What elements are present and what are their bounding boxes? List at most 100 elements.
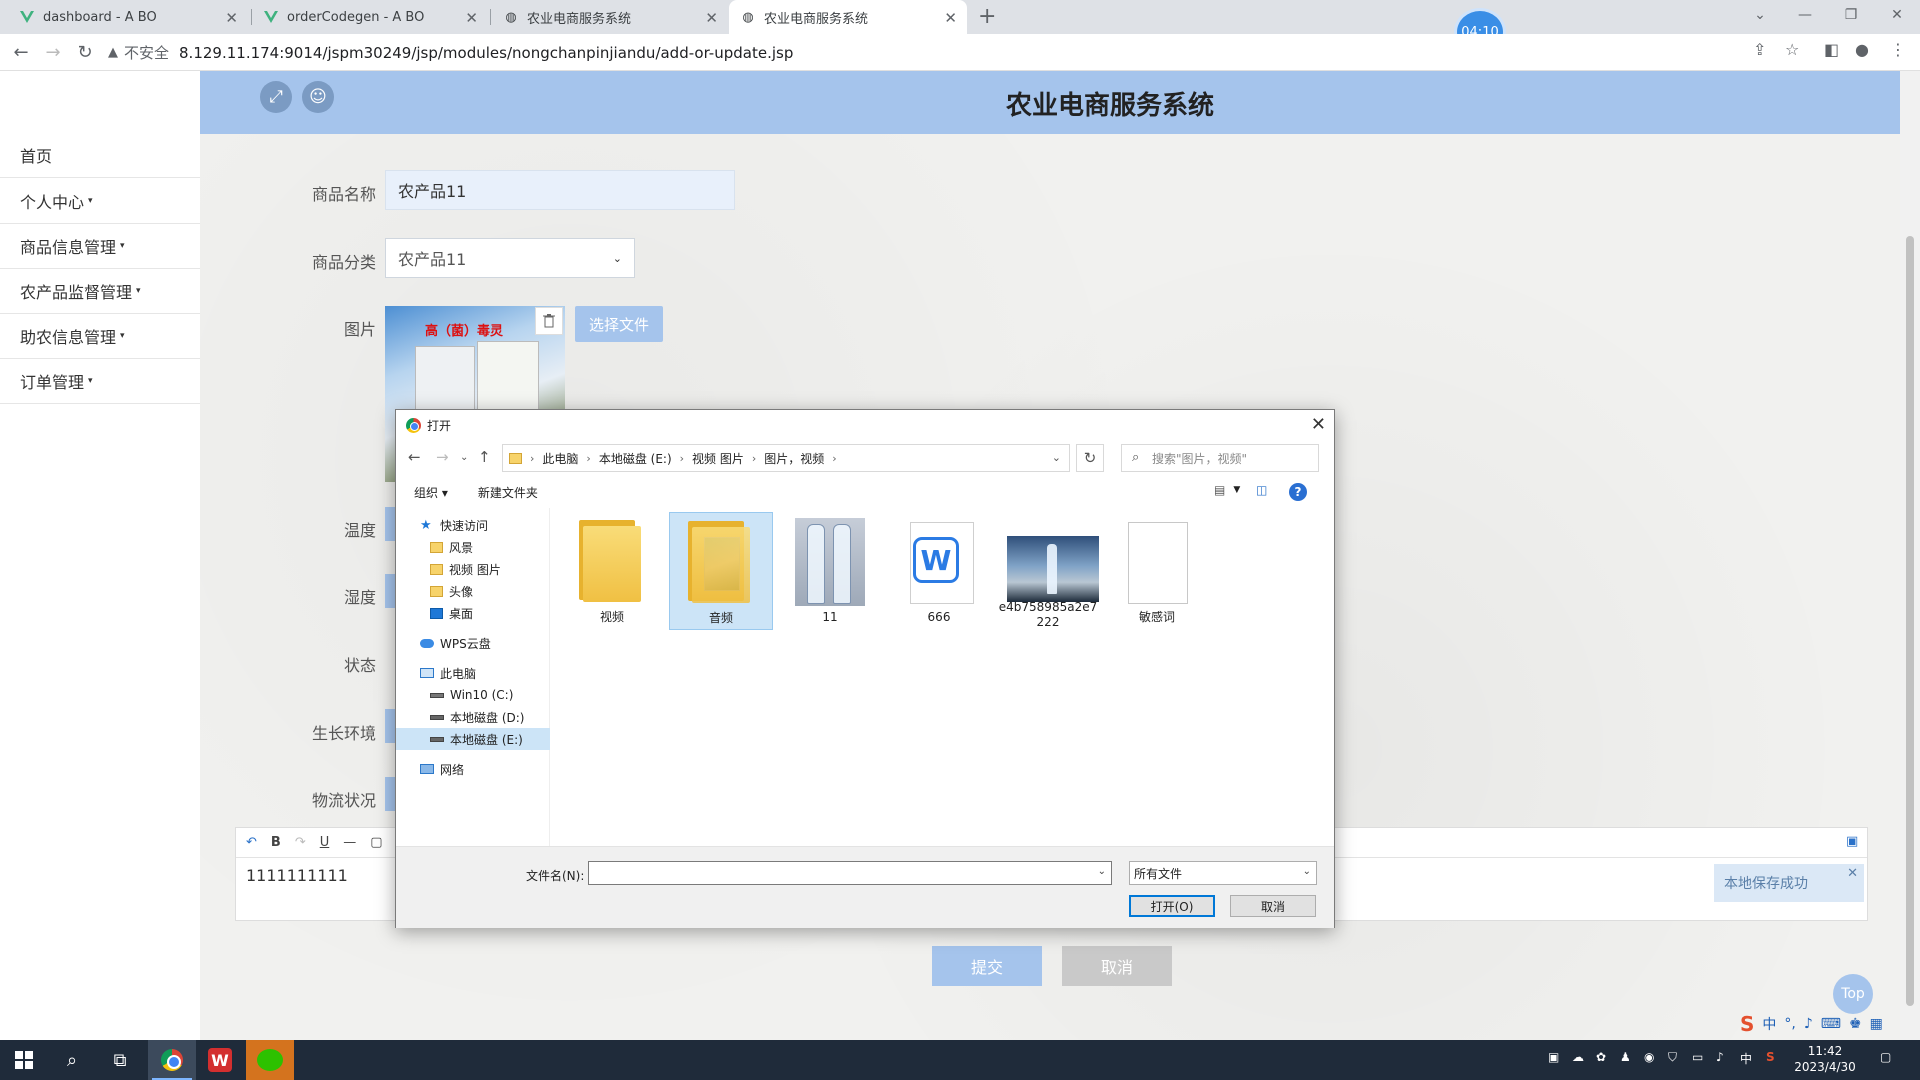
close-toast-icon[interactable]: ✕ bbox=[1847, 866, 1858, 881]
page-scrollbar[interactable] bbox=[1900, 71, 1920, 1040]
breadcrumb-item[interactable]: 图片，视频 bbox=[764, 450, 824, 467]
chrome-taskbar-icon[interactable] bbox=[148, 1040, 196, 1080]
task-view-icon[interactable]: ⧉ bbox=[96, 1040, 144, 1080]
refresh-icon[interactable]: ↻ bbox=[1076, 444, 1104, 472]
organize-menu[interactable]: 组织 ▾ bbox=[414, 484, 448, 501]
fullscreen-icon[interactable]: ⤢ bbox=[260, 81, 292, 113]
tab-ordercodegen[interactable]: orderCodegen - A BO ✕ bbox=[252, 0, 488, 34]
close-tab-icon[interactable]: ✕ bbox=[705, 9, 718, 27]
system-clock[interactable]: 11:42 2023/4/30 bbox=[1790, 1043, 1860, 1075]
network-icon[interactable]: ▭ bbox=[1692, 1050, 1703, 1064]
submit-button[interactable]: 提交 bbox=[932, 946, 1042, 986]
windows-start-icon[interactable] bbox=[0, 1040, 48, 1080]
goods-name-input[interactable]: 农产品11 bbox=[385, 170, 735, 210]
back-to-top-button[interactable]: Top bbox=[1833, 974, 1873, 1014]
sidebar-item-home[interactable]: 首页 bbox=[0, 133, 200, 178]
redo-icon[interactable]: ↷ bbox=[295, 835, 306, 850]
open-button[interactable]: 打开(O) bbox=[1129, 895, 1215, 917]
new-folder-button[interactable]: 新建文件夹 bbox=[478, 484, 538, 501]
keyboard-icon[interactable]: ⌨ bbox=[1821, 1016, 1841, 1032]
tree-folder-avatar[interactable]: 头像 bbox=[396, 580, 550, 602]
ime-indicator[interactable]: 中 bbox=[1740, 1050, 1752, 1067]
sidebar-item-supervision[interactable]: 农产品监督管理 ▾ bbox=[0, 269, 200, 314]
user-icon[interactable]: ☺ bbox=[302, 81, 334, 113]
filetype-select[interactable]: 所有文件 ⌄ bbox=[1129, 861, 1317, 885]
new-tab-icon[interactable]: + bbox=[978, 4, 996, 29]
undo-icon[interactable]: ↶ bbox=[246, 835, 257, 850]
profile-icon[interactable]: ● bbox=[1855, 40, 1869, 59]
forward-arrow-icon[interactable]: → bbox=[436, 448, 449, 466]
preview-pane-icon[interactable]: ◫ bbox=[1256, 483, 1267, 497]
file-item-666[interactable]: W 666 bbox=[887, 512, 991, 630]
delete-image-icon[interactable] bbox=[535, 307, 563, 335]
forward-icon[interactable]: → bbox=[40, 39, 66, 65]
reload-icon[interactable]: ↻ bbox=[72, 39, 98, 65]
file-item-image-e4b7[interactable]: e4b758985a2e7222 bbox=[996, 512, 1100, 630]
restore-icon[interactable]: ❐ bbox=[1828, 0, 1874, 30]
close-tab-icon[interactable]: ✕ bbox=[225, 9, 238, 27]
minimize-icon[interactable]: — bbox=[1782, 0, 1828, 30]
back-arrow-icon[interactable]: ← bbox=[408, 448, 421, 466]
tab-agri-system[interactable]: ◍ 农业电商服务系统 ✕ bbox=[492, 0, 728, 34]
wechat-tray-icon[interactable]: ◉ bbox=[1644, 1050, 1654, 1064]
tree-folder-video-pictures[interactable]: 视频 图片 bbox=[396, 558, 550, 580]
wps-taskbar-icon[interactable]: W bbox=[196, 1040, 244, 1080]
close-tab-icon[interactable]: ✕ bbox=[944, 9, 957, 27]
notification-icon[interactable]: ▢ bbox=[1880, 1050, 1891, 1064]
breadcrumb-item[interactable]: 视频 图片 bbox=[692, 450, 744, 467]
tree-desktop[interactable]: 桌面 bbox=[396, 602, 550, 624]
skin-icon[interactable]: ♚ bbox=[1849, 1016, 1862, 1032]
sidebar-item-assist-info[interactable]: 助农信息管理 ▾ bbox=[0, 314, 200, 359]
file-item-video-folder[interactable]: 视频 bbox=[560, 512, 664, 630]
fullscreen-editor-icon[interactable]: ▣ bbox=[1846, 834, 1858, 849]
sogou-tray-icon[interactable]: S bbox=[1766, 1050, 1775, 1064]
up-arrow-icon[interactable]: ↑ bbox=[478, 448, 491, 466]
breadcrumb-item[interactable]: 此电脑 bbox=[542, 450, 578, 467]
ime-language[interactable]: 中 bbox=[1762, 1014, 1776, 1034]
breadcrumb[interactable]: › 此电脑 › 本地磁盘 (E:) › 视频 图片 › 图片，视频 › ⌄ bbox=[502, 444, 1070, 472]
grid-menu-icon[interactable]: ▦ bbox=[1870, 1016, 1883, 1032]
chevron-down-icon[interactable]: ⌄ bbox=[1098, 866, 1106, 877]
underline-icon[interactable]: U bbox=[320, 835, 330, 850]
url-field[interactable]: ▲ 不安全 8.129.11.174:9014/jspm30249/jsp/mo… bbox=[108, 38, 1808, 67]
microphone-icon[interactable]: ♪ bbox=[1804, 1016, 1813, 1032]
scrollbar-thumb[interactable] bbox=[1906, 236, 1914, 1006]
tree-quick-access[interactable]: ★ 快速访问 bbox=[396, 514, 550, 536]
tab-search-icon[interactable]: ⌄ bbox=[1737, 0, 1783, 30]
bookmark-star-icon[interactable]: ☆ bbox=[1785, 40, 1799, 59]
menu-kebab-icon[interactable]: ⋮ bbox=[1890, 40, 1906, 59]
filename-input[interactable]: ⌄ bbox=[588, 861, 1112, 885]
tree-drive-c[interactable]: Win10 (C:) bbox=[396, 684, 550, 706]
tray-app-icon[interactable]: ♟ bbox=[1620, 1050, 1631, 1064]
wechat-taskbar-icon[interactable] bbox=[246, 1040, 294, 1080]
sidebar-item-goods[interactable]: 商品信息管理 ▾ bbox=[0, 224, 200, 269]
punctuation-icon[interactable]: °, bbox=[1784, 1016, 1795, 1032]
tray-app-icon[interactable]: ▣ bbox=[1548, 1050, 1559, 1064]
volume-icon[interactable]: ♪ bbox=[1716, 1050, 1724, 1064]
tree-folder-scenery[interactable]: 风景 bbox=[396, 536, 550, 558]
tab-dashboard[interactable]: dashboard - A BO ✕ bbox=[8, 0, 248, 34]
tree-network[interactable]: 网络 bbox=[396, 758, 550, 780]
search-icon[interactable]: ⌕ bbox=[48, 1040, 96, 1080]
bold-icon[interactable]: B bbox=[271, 835, 281, 850]
sidebar-item-personal-center[interactable]: 个人中心 ▾ bbox=[0, 179, 200, 224]
file-item-sensitive-words[interactable]: 敏感词 bbox=[1105, 512, 1209, 630]
back-icon[interactable]: ← bbox=[8, 39, 34, 65]
help-icon[interactable]: ? bbox=[1289, 483, 1307, 501]
tree-wps-cloud[interactable]: WPS云盘 bbox=[396, 632, 550, 654]
search-input[interactable]: ⌕ 搜索"图片，视频" bbox=[1121, 444, 1319, 472]
tree-drive-e[interactable]: 本地磁盘 (E:) bbox=[396, 728, 550, 750]
tree-drive-d[interactable]: 本地磁盘 (D:) bbox=[396, 706, 550, 728]
chevron-down-icon[interactable]: ⌄ bbox=[1052, 451, 1061, 464]
dialog-cancel-button[interactable]: 取消 bbox=[1230, 895, 1316, 917]
tree-this-pc[interactable]: 此电脑 bbox=[396, 662, 550, 684]
file-item-audio-folder[interactable]: 音频 bbox=[669, 512, 773, 630]
close-dialog-icon[interactable]: ✕ bbox=[1311, 414, 1326, 435]
share-icon[interactable]: ⇪ bbox=[1753, 40, 1766, 59]
view-icon[interactable]: ▤ bbox=[1214, 483, 1225, 497]
breadcrumb-item[interactable]: 本地磁盘 (E:) bbox=[599, 450, 672, 467]
onedrive-icon[interactable]: ☁ bbox=[1572, 1050, 1584, 1064]
recent-locations-icon[interactable]: ⌄ bbox=[460, 452, 468, 463]
sogou-ime-icon[interactable]: S bbox=[1740, 1012, 1754, 1036]
chevron-down-icon[interactable]: ▼ bbox=[1233, 485, 1240, 495]
